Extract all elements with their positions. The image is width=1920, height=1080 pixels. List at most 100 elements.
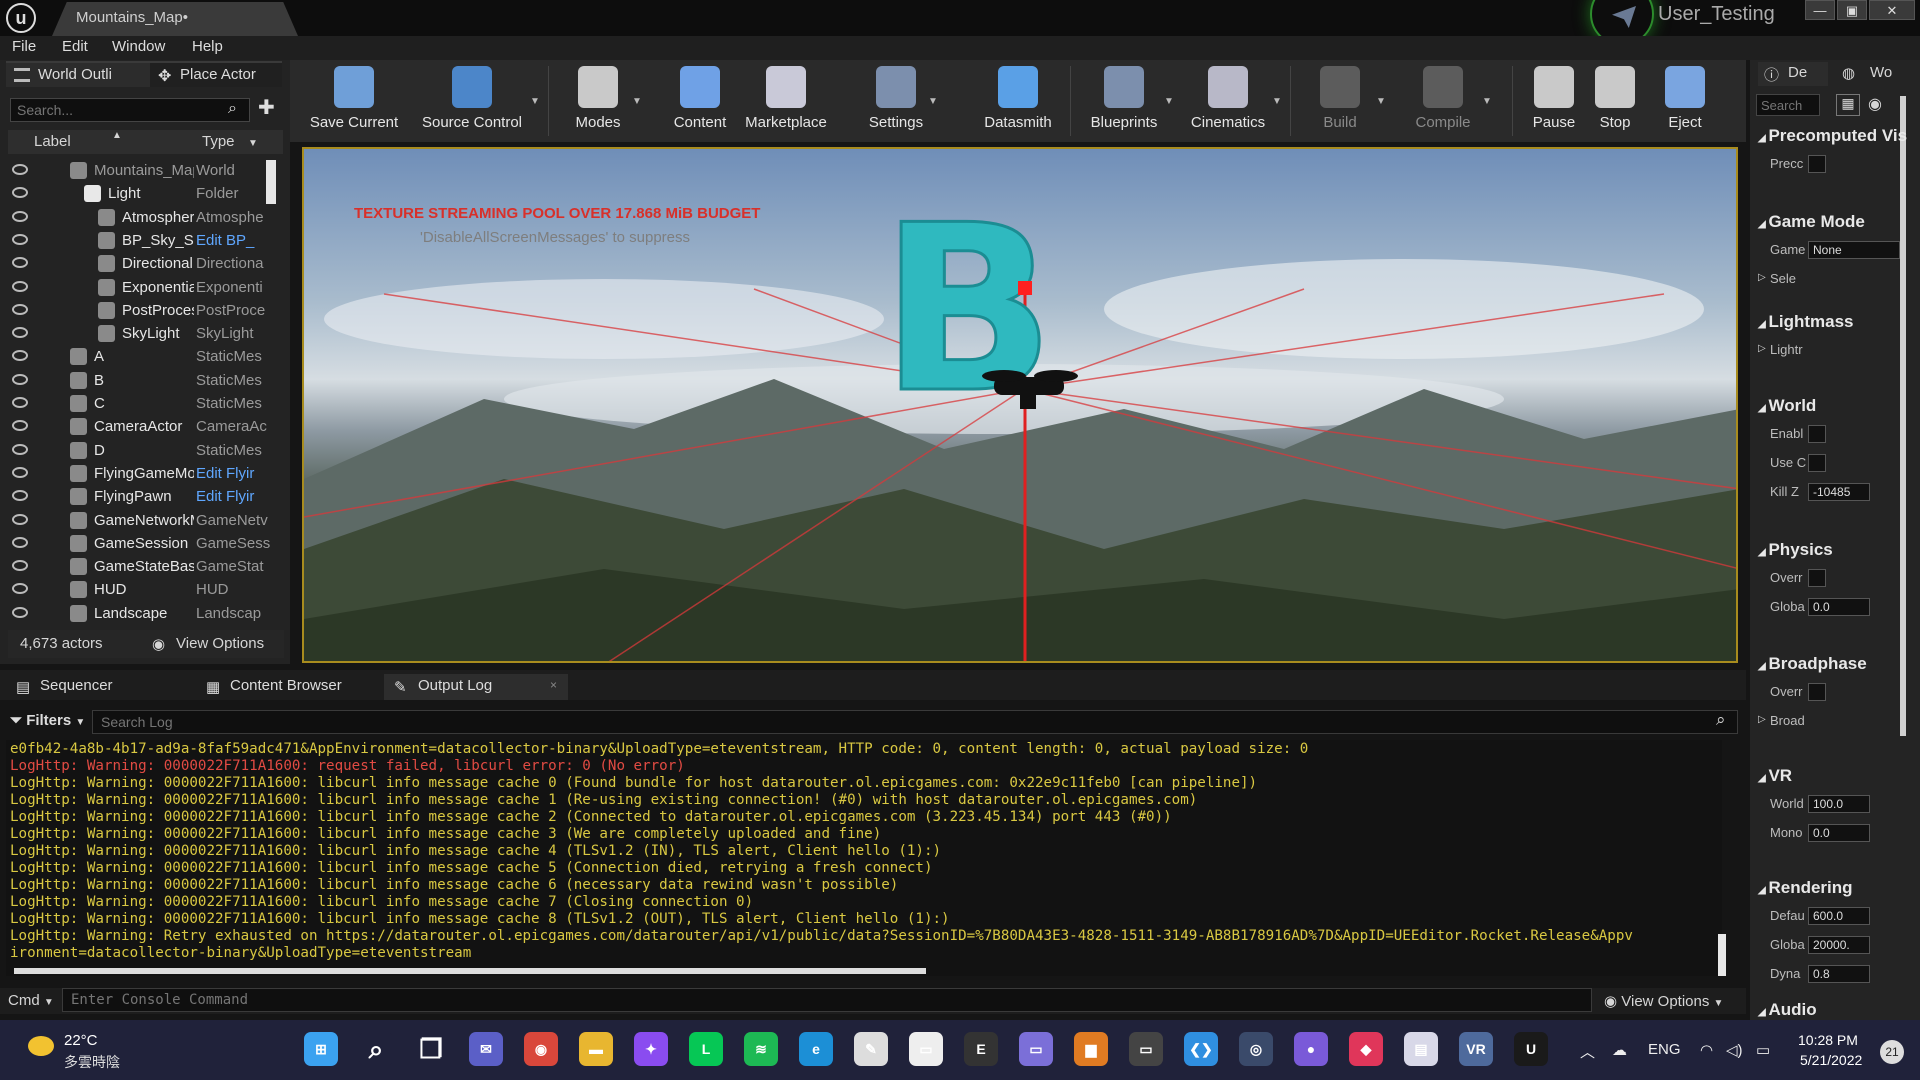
- log-vscrollbar[interactable]: [1718, 934, 1726, 976]
- minimize-button[interactable]: —: [1805, 0, 1835, 20]
- add-actor-icon[interactable]: ✚: [258, 98, 280, 120]
- spotify-icon[interactable]: ≋: [744, 1032, 778, 1066]
- grid-view-icon[interactable]: ▦: [1836, 94, 1860, 116]
- visibility-eye-icon[interactable]: [12, 373, 28, 385]
- visibility-eye-icon[interactable]: [12, 420, 28, 432]
- chrome-icon[interactable]: ◉: [524, 1032, 558, 1066]
- outliner-row[interactable]: SkyLight SkyLight: [8, 323, 278, 346]
- tab-content-browser[interactable]: ▦ Content Browser: [196, 674, 376, 700]
- build-button[interactable]: Build: [1300, 60, 1380, 142]
- visibility-eye-icon[interactable]: [12, 303, 28, 315]
- details-number-field[interactable]: 0.8: [1808, 965, 1870, 983]
- outliner-row[interactable]: HUD HUD: [8, 579, 278, 602]
- teams-chat-icon[interactable]: ✉: [469, 1032, 503, 1066]
- outliner-row[interactable]: FlyingGameMo Edit Flyir: [8, 463, 278, 486]
- details-section-header[interactable]: ◢ Physics: [1758, 540, 1833, 560]
- details-scrollbar[interactable]: [1900, 96, 1906, 736]
- toolbar-dropdown-arrow-icon[interactable]: ▼: [1376, 96, 1386, 107]
- visibility-eye-icon[interactable]: [12, 443, 28, 455]
- visibility-eye-icon[interactable]: [12, 536, 28, 548]
- cinematics-button[interactable]: Cinematics: [1180, 60, 1276, 142]
- details-section-header[interactable]: ◢ Rendering: [1758, 878, 1853, 898]
- edge-icon[interactable]: e: [799, 1032, 833, 1066]
- unreal-engine-icon[interactable]: U: [1514, 1032, 1548, 1066]
- details-number-field[interactable]: 0.0: [1808, 824, 1870, 842]
- outliner-row[interactable]: DirectionalLiDirectiona: [8, 253, 278, 276]
- outliner-search-input[interactable]: [10, 98, 250, 122]
- outliner-row[interactable]: Mountains_Map World: [8, 160, 278, 183]
- outliner-row[interactable]: B StaticMes: [8, 370, 278, 393]
- details-number-field[interactable]: -10485: [1808, 483, 1870, 501]
- terminal-icon[interactable]: ▭: [1129, 1032, 1163, 1066]
- outliner-row[interactable]: GameStateBas GameStat: [8, 556, 278, 579]
- visibility-eye-icon[interactable]: [12, 560, 28, 572]
- tab-place-actor[interactable]: ✥ Place Actor: [150, 61, 282, 87]
- details-checkbox[interactable]: [1808, 569, 1826, 587]
- output-log[interactable]: e0fb42-4a8b-4b17-ad9a-8faf59adc471&AppEn…: [6, 740, 1722, 976]
- visibility-eye-icon[interactable]: [12, 350, 28, 362]
- steam-icon[interactable]: ◎: [1239, 1032, 1273, 1066]
- toolbar-dropdown-arrow-icon[interactable]: ▼: [1482, 96, 1492, 107]
- search-icon[interactable]: ⌕: [359, 1032, 393, 1066]
- toolbar-dropdown-arrow-icon[interactable]: ▼: [530, 96, 540, 107]
- outliner-row[interactable]: Light Folder: [8, 183, 278, 206]
- toolbar-dropdown-arrow-icon[interactable]: ▼: [1272, 96, 1282, 107]
- details-section-header[interactable]: ◢ Game Mode: [1758, 212, 1865, 232]
- log-hscrollbar[interactable]: [14, 968, 926, 974]
- roblox-icon[interactable]: ▭: [909, 1032, 943, 1066]
- visibility-eye-icon[interactable]: [12, 606, 28, 618]
- close-tab-icon[interactable]: ×: [550, 678, 557, 692]
- outliner-row[interactable]: BP_Sky_SphEdit BP_: [8, 230, 278, 253]
- details-section-header[interactable]: ◢ Broadphase: [1758, 654, 1867, 674]
- outliner-scrollbar[interactable]: [266, 160, 276, 204]
- notepad-icon[interactable]: ▤: [1404, 1032, 1438, 1066]
- menu-help[interactable]: Help: [192, 38, 223, 55]
- toolbar-dropdown-arrow-icon[interactable]: ▼: [1164, 96, 1174, 107]
- visibility-eye-icon[interactable]: [12, 257, 28, 269]
- messenger-icon[interactable]: ✦: [634, 1032, 668, 1066]
- blueprints-button[interactable]: Blueprints: [1080, 60, 1168, 142]
- visibility-eye-icon[interactable]: [12, 187, 28, 199]
- outliner-row[interactable]: D StaticMes: [8, 440, 278, 463]
- log-search-input[interactable]: [92, 710, 1738, 734]
- menu-file[interactable]: File: [12, 38, 36, 55]
- visibility-eye-icon[interactable]: [12, 583, 28, 595]
- onedrive-icon[interactable]: ☁: [1612, 1041, 1627, 1059]
- visibility-eye-icon[interactable]: [12, 466, 28, 478]
- details-section-header[interactable]: ◢ World: [1758, 396, 1816, 416]
- epic-games-icon[interactable]: E: [964, 1032, 998, 1066]
- github-icon[interactable]: ●: [1294, 1032, 1328, 1066]
- vscode-icon[interactable]: ❮❯: [1184, 1032, 1218, 1066]
- tray-overflow-icon[interactable]: ︿: [1580, 1041, 1595, 1062]
- visibility-eye-icon[interactable]: [12, 210, 28, 222]
- line-icon[interactable]: L: [689, 1032, 723, 1066]
- outliner-row[interactable]: FlyingPawn Edit Flyir: [8, 486, 278, 509]
- outliner-row[interactable]: GameNetworkM GameNetv: [8, 510, 278, 533]
- visibility-eye-icon[interactable]: [12, 280, 28, 292]
- document-tab[interactable]: Mountains_Map•: [52, 2, 298, 36]
- datasmith-button[interactable]: Datasmith: [970, 60, 1066, 142]
- visibility-eye-icon[interactable]: [12, 233, 28, 245]
- visibility-eye-icon[interactable]: [12, 327, 28, 339]
- edit-blueprint-link[interactable]: Edit Flyir: [196, 488, 274, 505]
- windows-start-icon[interactable]: ⊞: [304, 1032, 338, 1066]
- expand-arrow-icon[interactable]: ▷: [1758, 714, 1766, 725]
- weather-temp[interactable]: 22°C: [64, 1032, 98, 1049]
- tab-world-settings[interactable]: ◍ Wo: [1836, 62, 1916, 86]
- toolbar-dropdown-arrow-icon[interactable]: ▼: [632, 96, 642, 107]
- menu-window[interactable]: Window: [112, 38, 165, 55]
- weather-icon[interactable]: [28, 1036, 54, 1056]
- visibility-eye-icon[interactable]: [12, 397, 28, 408]
- visibility-eye-icon[interactable]: [12, 490, 28, 502]
- visibility-eye-icon[interactable]: [12, 513, 28, 525]
- dice-icon[interactable]: ◆: [1349, 1032, 1383, 1066]
- filters-button[interactable]: ⏷ Filters ▼: [10, 712, 85, 729]
- details-checkbox[interactable]: [1808, 425, 1826, 443]
- marketplace-button[interactable]: Marketplace: [738, 60, 834, 142]
- clock-time[interactable]: 10:28 PM: [1798, 1032, 1858, 1048]
- details-number-field[interactable]: 0.0: [1808, 598, 1870, 616]
- details-number-field[interactable]: 600.0: [1808, 907, 1870, 925]
- details-search-input[interactable]: [1756, 94, 1820, 116]
- wifi-icon[interactable]: ◠: [1700, 1041, 1713, 1059]
- eye-icon[interactable]: ◉: [1868, 94, 1882, 114]
